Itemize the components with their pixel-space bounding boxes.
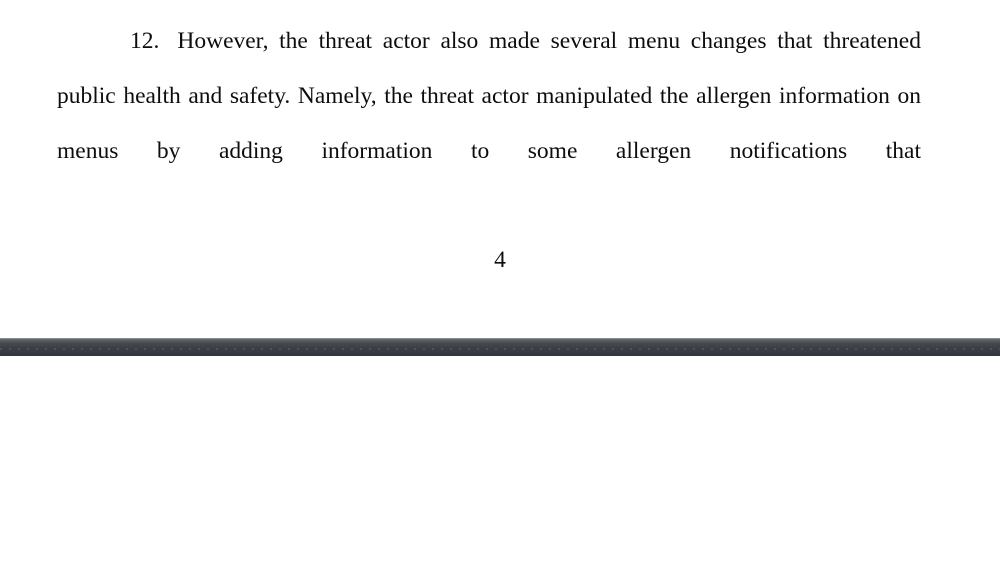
scanned-page-bottom: Case 6:24-mj-02118-DCIDocument 1Filed 10… [0,356,1000,587]
paragraph-body: However, the threat actor also made seve… [57,28,921,164]
page-separator-band [0,338,1000,356]
document-viewer-page: { "document": { "top_page": { "paragraph… [0,0,1000,587]
scanned-page-top: 12. However, the threat actor also made s… [0,0,1000,338]
paragraph-12-text: 12. However, the threat actor also made s… [57,14,921,234]
page-number-value: 4 [494,247,506,273]
paragraph-number: 12. [130,28,160,54]
separator-stitch-pattern [0,348,1000,350]
page-number-folio: 4 [0,243,1000,277]
paragraph-12-block: 12. However, the threat actor also made s… [57,14,921,234]
